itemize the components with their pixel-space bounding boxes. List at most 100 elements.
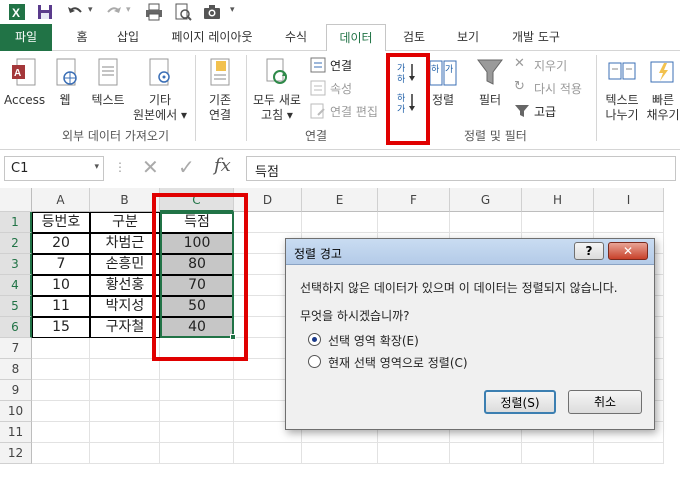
empty-cell[interactable] [160,443,234,464]
redo-icon[interactable] [105,3,123,21]
clear-filter-button[interactable]: ✕ 지우기 [514,56,578,74]
table-cell[interactable]: 박지성 [90,296,160,317]
empty-cell[interactable] [160,359,234,380]
existing-connections-button[interactable]: 기존 연결 [200,55,240,125]
empty-cell[interactable] [302,443,378,464]
connections-button[interactable]: 연결 [310,56,380,74]
tab-formulas[interactable]: 수식 [276,24,316,51]
row-header-10[interactable]: 10 [0,401,32,422]
column-header-a[interactable]: A [32,188,90,212]
table-cell[interactable]: 구자철 [90,317,160,338]
advanced-filter-button[interactable]: 고급 [514,102,578,120]
insert-function-icon[interactable]: fx [214,155,231,176]
empty-cell[interactable] [594,443,664,464]
redo-dropdown-icon[interactable]: ▾ [126,5,131,15]
empty-cell[interactable] [378,443,450,464]
sort-button[interactable]: 하 가 정렬 [428,55,458,125]
select-all-corner[interactable] [0,188,32,212]
empty-cell[interactable] [32,338,90,359]
access-button[interactable]: A Access [4,55,45,125]
row-header-4[interactable]: 4 [0,275,32,296]
tab-page-layout[interactable]: 페이지 레이아웃 [160,24,264,51]
radio-expand-indicator[interactable] [308,333,321,346]
undo-icon[interactable] [66,3,84,21]
radio-current-selection[interactable]: 현재 선택 영역으로 정렬(C) [308,353,528,371]
empty-cell[interactable] [90,359,160,380]
tab-insert[interactable]: 삽입 [108,24,148,51]
column-header-f[interactable]: F [378,188,450,212]
empty-cell[interactable] [32,380,90,401]
empty-cell[interactable] [302,212,378,233]
empty-cell[interactable] [450,443,522,464]
row-header-2[interactable]: 2 [0,233,32,254]
undo-dropdown-icon[interactable]: ▾ [88,5,93,15]
empty-cell[interactable] [160,380,234,401]
table-cell[interactable]: 10 [32,275,90,296]
customize-qat-icon[interactable]: ▾ [230,5,235,15]
table-header-cell[interactable]: 구분 [90,212,160,233]
table-cell[interactable]: 7 [32,254,90,275]
empty-cell[interactable] [32,359,90,380]
reapply-button[interactable]: ↻ 다시 적용 [514,79,590,97]
empty-cell[interactable] [234,443,302,464]
flash-fill-button[interactable]: 빠른 채우기 [646,55,680,125]
table-cell[interactable]: 차범근 [90,233,160,254]
row-header-3[interactable]: 3 [0,254,32,275]
row-header-1[interactable]: 1 [0,212,32,233]
row-header-9[interactable]: 9 [0,380,32,401]
edit-links-button[interactable]: 연결 편집 [310,102,384,120]
row-header-12[interactable]: 12 [0,443,32,464]
properties-button[interactable]: 속성 [310,79,380,97]
filter-button[interactable]: 필터 [472,55,508,125]
table-cell[interactable]: 20 [32,233,90,254]
refresh-all-button[interactable]: 모두 새로 고침 ▾ [250,55,304,125]
print-icon[interactable] [145,3,163,21]
row-header-5[interactable]: 5 [0,296,32,317]
table-header-cell[interactable]: 등번호 [32,212,90,233]
confirm-entry-icon[interactable]: ✓ [178,155,195,179]
column-header-b[interactable]: B [90,188,160,212]
text-to-columns-button[interactable]: 텍스트 나누기 [600,55,644,125]
from-web-button[interactable]: 웹 [50,55,80,125]
tab-file[interactable]: 파일 [0,24,52,51]
empty-cell[interactable] [160,422,234,443]
cancel-entry-icon[interactable]: ✕ [142,155,159,179]
row-header-6[interactable]: 6 [0,317,32,338]
name-box[interactable]: C1 ▾ [4,156,104,181]
column-header-h[interactable]: H [522,188,594,212]
camera-icon[interactable] [203,3,221,21]
cancel-button[interactable]: 취소 [568,390,642,414]
save-icon[interactable] [36,3,54,21]
table-cell[interactable]: 15 [32,317,90,338]
column-header-g[interactable]: G [450,188,522,212]
empty-cell[interactable] [450,212,522,233]
close-button[interactable]: ✕ [608,242,648,260]
from-text-button[interactable]: 텍스트 [86,55,130,125]
empty-cell[interactable] [32,422,90,443]
radio-current-indicator[interactable] [308,355,321,368]
name-box-dropdown-icon[interactable]: ▾ [94,162,99,172]
empty-cell[interactable] [90,443,160,464]
empty-cell[interactable] [90,422,160,443]
help-button[interactable]: ? [574,242,604,260]
from-other-sources-button[interactable]: 기타 원본에서 ▾ [132,55,188,125]
empty-cell[interactable] [32,443,90,464]
empty-cell[interactable] [522,212,594,233]
empty-cell[interactable] [522,443,594,464]
row-header-8[interactable]: 8 [0,359,32,380]
sort-confirm-button[interactable]: 정렬(S) [484,390,556,414]
table-cell[interactable]: 11 [32,296,90,317]
column-header-e[interactable]: E [302,188,378,212]
formula-input[interactable]: 득점 [246,156,676,181]
empty-cell[interactable] [90,380,160,401]
table-cell[interactable]: 황선홍 [90,275,160,296]
empty-cell[interactable] [90,338,160,359]
empty-cell[interactable] [160,401,234,422]
table-cell[interactable]: 손흥민 [90,254,160,275]
row-header-7[interactable]: 7 [0,338,32,359]
empty-cell[interactable] [32,401,90,422]
tab-home[interactable]: 홈 [64,24,100,51]
tab-data[interactable]: 데이터 [326,24,386,52]
empty-cell[interactable] [90,401,160,422]
tab-developer[interactable]: 개발 도구 [500,24,572,51]
